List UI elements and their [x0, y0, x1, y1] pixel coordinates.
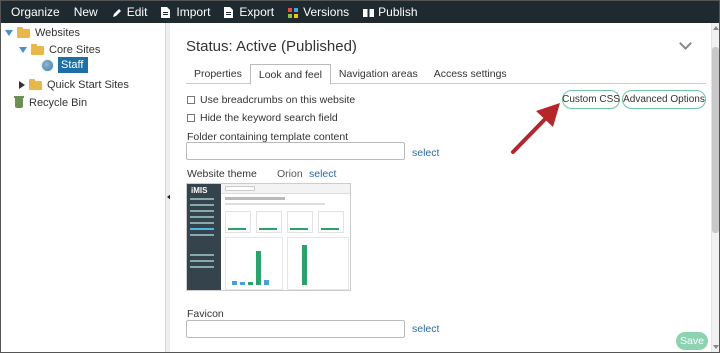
new-label: New [73, 5, 98, 19]
chevron-down-icon[interactable] [679, 37, 692, 50]
custom-css-button[interactable]: Custom CSS [562, 90, 620, 109]
preview-search [225, 186, 255, 191]
preview-card [287, 211, 313, 233]
folder-icon [17, 26, 30, 38]
scroll-down-icon[interactable] [713, 345, 719, 349]
expand-down-icon[interactable] [5, 30, 13, 36]
tab-look-and-feel[interactable]: Look and feel [249, 64, 331, 85]
preview-chart-panel [225, 237, 283, 290]
preview-card [225, 211, 251, 233]
publish-label: Publish [378, 5, 418, 19]
preview-nav-line [190, 260, 214, 262]
favicon-label: Favicon [187, 308, 224, 320]
theme-value: Orion [277, 168, 303, 180]
tree-item-websites[interactable]: Websites [5, 26, 81, 39]
edit-button[interactable]: Edit [112, 5, 148, 19]
tab-access-settings[interactable]: Access settings [426, 64, 515, 84]
expand-right-icon[interactable] [19, 81, 25, 89]
tab-navigation-areas[interactable]: Navigation areas [331, 64, 426, 84]
favicon-input[interactable] [186, 320, 405, 338]
tree-item-label: Quick Start Sites [47, 79, 129, 91]
breadcrumbs-label: Use breadcrumbs on this website [200, 94, 356, 106]
app-window: Organize New Edit Import Export Versions [0, 0, 720, 353]
edit-label: Edit [126, 5, 148, 19]
folder-icon [29, 78, 42, 90]
preview-chart-panel [287, 237, 349, 290]
theme-preview-image: iMIS [186, 183, 351, 291]
preview-card [318, 211, 344, 233]
versions-button[interactable]: Versions [288, 5, 349, 19]
versions-label: Versions [303, 5, 350, 19]
preview-nav-line [190, 210, 214, 212]
tree-item-label: Websites [35, 27, 81, 39]
preview-nav-line [190, 234, 214, 236]
preview-card [256, 211, 282, 233]
preview-nav-line [190, 204, 214, 206]
breadcrumbs-option: Use breadcrumbs on this website [187, 94, 355, 106]
tree-item-staff[interactable]: Staff [41, 57, 89, 73]
save-button[interactable]: Save [676, 332, 708, 350]
page-title: Status: Active (Published) [186, 38, 357, 55]
preview-title [225, 197, 285, 200]
tab-bar: Properties Look and feel Navigation area… [186, 64, 706, 85]
expand-down-icon[interactable] [19, 47, 27, 53]
folder-select-link[interactable]: select [412, 147, 439, 159]
theme-label: Website theme [187, 168, 257, 180]
main-content: Status: Active (Published) Properties Lo… [170, 23, 711, 352]
tree-item-label-selected: Staff [58, 57, 89, 73]
preview-nav-line [190, 216, 214, 218]
tree-item-label: Core Sites [49, 44, 101, 56]
recycle-bin-icon [14, 96, 24, 108]
preview-nav-line [190, 228, 214, 230]
import-button[interactable]: Import [161, 5, 210, 19]
import-document-icon [161, 7, 171, 18]
folder-icon [31, 43, 44, 55]
new-button[interactable]: New [74, 5, 98, 19]
hide-search-label: Hide the keyword search field [200, 112, 338, 124]
export-document-icon [224, 7, 234, 18]
folder-input[interactable] [186, 142, 405, 160]
publish-book-icon [363, 7, 375, 17]
breadcrumbs-checkbox[interactable] [187, 96, 195, 104]
preview-sidebar [187, 184, 221, 290]
pencil-icon [112, 7, 122, 17]
preview-logo: iMIS [191, 186, 208, 195]
site-tree-panel: Websites Core Sites Staff Quick Start Si… [1, 23, 166, 352]
advanced-options-button[interactable]: Advanced Options [622, 90, 706, 109]
versions-grid-icon [288, 7, 299, 18]
tree-item-recycle-bin[interactable]: Recycle Bin [14, 96, 88, 109]
scroll-up-icon[interactable] [713, 26, 719, 30]
preview-nav-line [190, 266, 214, 268]
preview-subtitle [225, 203, 325, 205]
tree-item-quick-start-sites[interactable]: Quick Start Sites [19, 78, 129, 91]
preview-nav-line [190, 222, 214, 224]
publish-button[interactable]: Publish [363, 5, 418, 19]
scrollbar-thumb[interactable] [712, 47, 719, 233]
export-label: Export [239, 5, 275, 19]
tab-properties[interactable]: Properties [186, 64, 250, 84]
top-toolbar: Organize New Edit Import Export Versions [1, 1, 719, 23]
favicon-select-link[interactable]: select [412, 323, 439, 335]
hide-search-checkbox[interactable] [187, 114, 195, 122]
tree-item-label: Recycle Bin [29, 97, 88, 109]
tree-item-core-sites[interactable]: Core Sites [19, 43, 101, 56]
organize-button[interactable]: Organize [11, 5, 60, 19]
organize-label: Organize [11, 5, 60, 19]
hide-search-option: Hide the keyword search field [187, 112, 338, 124]
theme-select-link[interactable]: select [309, 168, 336, 180]
preview-nav-line [190, 254, 214, 256]
export-button[interactable]: Export [224, 5, 274, 19]
preview-nav-line [190, 198, 214, 200]
globe-icon [41, 58, 54, 72]
import-label: Import [176, 5, 211, 19]
